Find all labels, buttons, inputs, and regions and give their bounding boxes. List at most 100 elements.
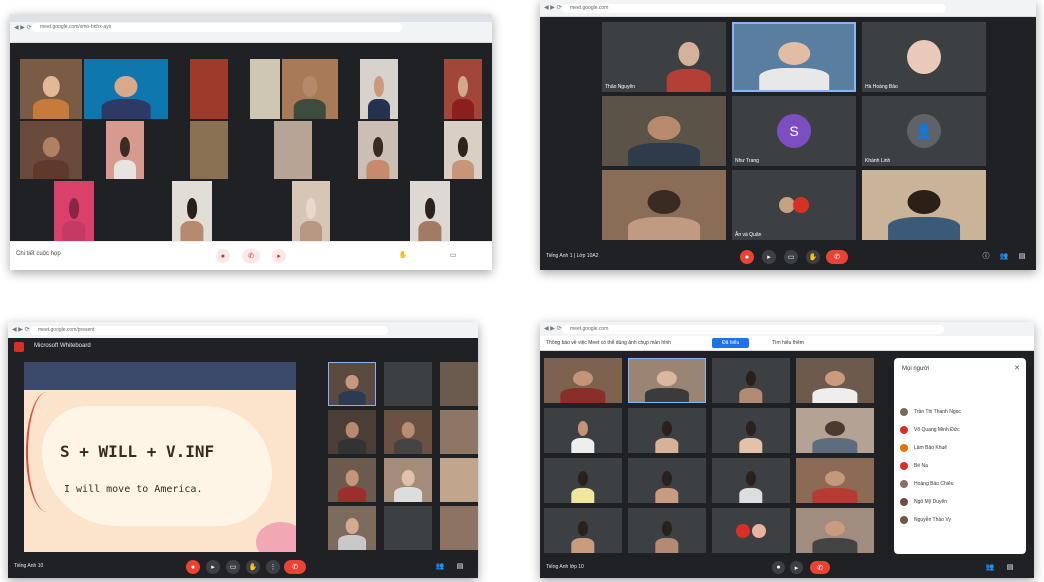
nav-arrows-icon[interactable]: ◀ ▶ ⟳ — [544, 4, 562, 11]
video-tile[interactable] — [20, 121, 82, 179]
hand-icon[interactable]: ✋ — [396, 248, 410, 262]
video-tile[interactable] — [384, 458, 432, 502]
end-call-button[interactable]: ✆ — [810, 561, 830, 574]
mic-icon[interactable]: ● — [216, 249, 230, 263]
video-tile[interactable] — [712, 358, 790, 403]
notice-ok-button[interactable]: Đã hiểu — [712, 338, 750, 348]
info-icon[interactable]: ⓘ — [980, 250, 992, 262]
video-tile[interactable] — [544, 358, 622, 403]
video-tile[interactable] — [360, 59, 398, 119]
video-tile[interactable] — [602, 170, 726, 240]
present-icon[interactable]: ▭ — [446, 248, 460, 262]
video-tile[interactable] — [628, 458, 706, 503]
video-tile[interactable] — [358, 121, 398, 179]
mic-icon[interactable]: ● — [772, 561, 785, 574]
participant-row[interactable]: Lâm Bảo Khuê — [900, 442, 1020, 454]
video-tile[interactable]: Hà Hoàng Bảo — [862, 22, 986, 92]
video-tile[interactable] — [444, 121, 482, 179]
video-tile[interactable] — [328, 410, 376, 454]
participant-row[interactable]: Bé Na — [900, 460, 1020, 472]
people-icon[interactable]: 👥 — [998, 250, 1010, 262]
video-tile[interactable] — [796, 508, 874, 553]
video-tile[interactable] — [602, 96, 726, 166]
address-bar[interactable]: meet.google.com/xmo-bnhx-ayo — [32, 23, 402, 32]
video-tile[interactable]: Thảo Nguyên — [602, 22, 726, 92]
video-tile[interactable] — [190, 121, 228, 179]
participant-row[interactable]: Hoàng Bảo Chiêu — [900, 478, 1020, 490]
people-icon[interactable]: 👥 — [434, 560, 446, 572]
video-tile[interactable] — [384, 506, 432, 550]
meeting-details-label[interactable]: Chi tiết cuộc họp — [16, 251, 61, 257]
video-tile[interactable] — [328, 458, 376, 502]
video-tile[interactable] — [384, 362, 432, 406]
video-tile[interactable] — [328, 362, 376, 406]
video-tile[interactable] — [292, 181, 330, 241]
video-tile[interactable]: 👤 Khánh Linh — [862, 96, 986, 166]
video-tile[interactable] — [274, 121, 312, 179]
participant-row[interactable]: Võ Quang Minh Đức — [900, 424, 1020, 436]
participant-row[interactable]: Ngô Mỹ Duyên — [900, 496, 1020, 508]
chat-icon[interactable]: ▤ — [1016, 250, 1028, 262]
nav-arrows-icon[interactable]: ◀ ▶ ⟳ — [544, 325, 562, 332]
video-tile[interactable] — [440, 362, 478, 406]
mic-icon[interactable]: ● — [740, 250, 754, 264]
hand-icon[interactable]: ✋ — [246, 560, 260, 574]
mic-icon[interactable]: ● — [186, 560, 200, 574]
end-call-button[interactable]: ✆ — [284, 560, 306, 574]
video-tile[interactable]: S Như Trang — [732, 96, 856, 166]
address-bar[interactable]: meet.google.com/present — [30, 326, 388, 335]
more-icon[interactable]: ⋮ — [266, 560, 280, 574]
video-tile[interactable] — [796, 408, 874, 453]
video-tile[interactable] — [444, 59, 482, 119]
video-tile-speaking[interactable] — [732, 22, 856, 92]
video-tile[interactable] — [172, 181, 212, 241]
video-tile[interactable] — [384, 410, 432, 454]
video-tile[interactable] — [796, 458, 874, 503]
video-tile[interactable] — [712, 508, 790, 553]
camera-icon[interactable]: ▸ — [206, 560, 220, 574]
end-call-button[interactable]: ✆ — [242, 249, 260, 263]
chat-icon[interactable]: ▤ — [1004, 561, 1016, 573]
video-tile[interactable] — [84, 59, 168, 119]
video-tile[interactable] — [796, 358, 874, 403]
camera-icon[interactable]: ▸ — [790, 561, 803, 574]
camera-icon[interactable]: ▸ — [272, 249, 286, 263]
video-tile[interactable] — [440, 410, 478, 454]
video-tile[interactable] — [410, 181, 450, 241]
cc-icon[interactable]: ▭ — [226, 560, 240, 574]
video-tile[interactable] — [190, 59, 228, 119]
video-tile[interactable] — [440, 506, 478, 550]
nav-arrows-icon[interactable]: ◀ ▶ ⟳ — [12, 326, 30, 333]
chat-icon[interactable]: ▤ — [454, 560, 466, 572]
participant-row[interactable]: Trần Thị Thanh Ngọc — [900, 406, 1020, 418]
video-tile[interactable] — [712, 458, 790, 503]
video-tile[interactable] — [282, 59, 338, 119]
nav-arrows-icon[interactable]: ◀ ▶ ⟳ — [14, 24, 32, 31]
camera-icon[interactable]: ▸ — [762, 250, 776, 264]
video-tile[interactable] — [20, 59, 82, 119]
end-call-button[interactable]: ✆ — [826, 250, 848, 264]
video-tile[interactable] — [862, 170, 986, 240]
video-tile[interactable] — [54, 181, 94, 241]
video-tile[interactable] — [544, 508, 622, 553]
close-icon[interactable]: ✕ — [1014, 364, 1020, 372]
participant-row[interactable]: Nguyễn Thảo Vy — [900, 514, 1020, 526]
video-tile[interactable] — [250, 59, 280, 119]
video-tile[interactable] — [628, 508, 706, 553]
notice-learn-more-link[interactable]: Tìm hiểu thêm — [772, 340, 804, 346]
video-tile-speaking[interactable] — [628, 358, 706, 403]
video-tile[interactable] — [440, 458, 478, 502]
video-tile[interactable] — [544, 458, 622, 503]
video-tile[interactable] — [712, 408, 790, 453]
address-bar[interactable]: meet.google.com — [562, 325, 944, 334]
people-icon[interactable]: 👥 — [984, 561, 996, 573]
video-tile[interactable] — [544, 408, 622, 453]
video-tile[interactable] — [628, 408, 706, 453]
tab-strip[interactable] — [10, 14, 492, 22]
cc-icon[interactable]: ▭ — [784, 250, 798, 264]
video-tile[interactable]: Ân và Quân — [732, 170, 856, 240]
video-tile[interactable] — [328, 506, 376, 550]
hand-icon[interactable]: ✋ — [806, 250, 820, 264]
address-bar[interactable]: meet.google.com — [562, 4, 946, 13]
video-tile[interactable] — [106, 121, 144, 179]
